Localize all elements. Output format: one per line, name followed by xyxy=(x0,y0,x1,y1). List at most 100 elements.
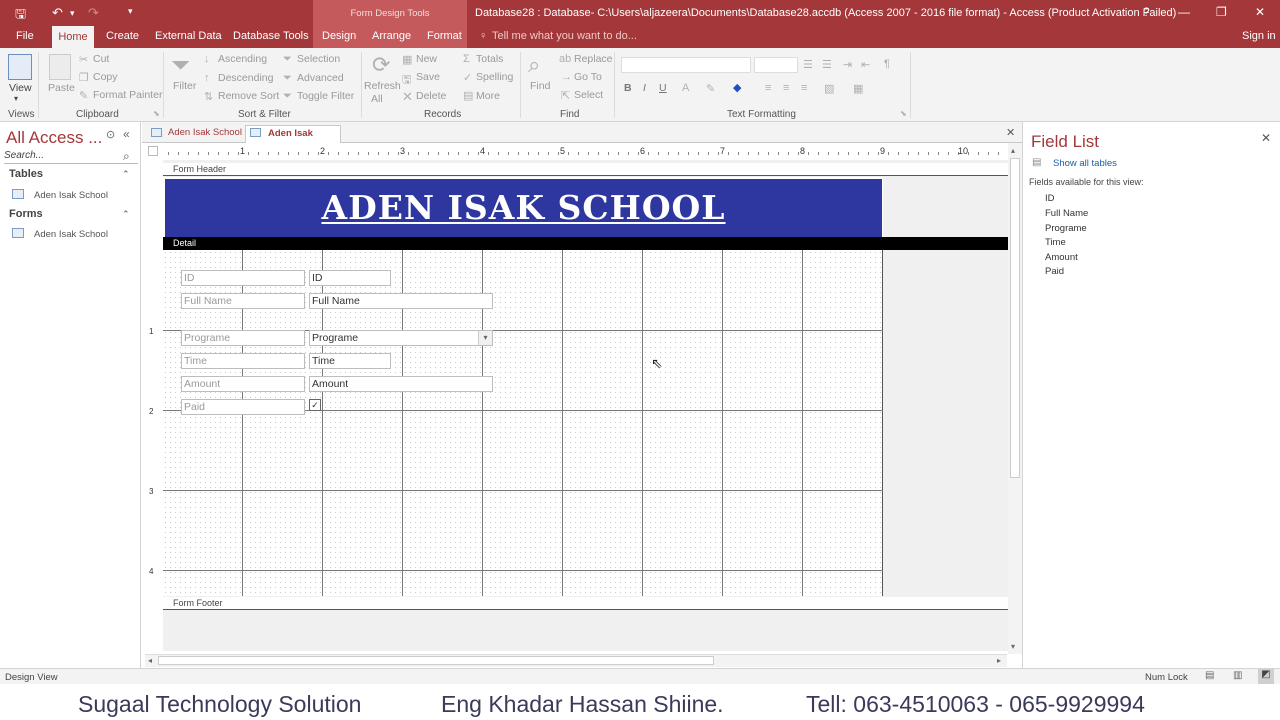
field-list-item[interactable]: ID xyxy=(1045,193,1055,204)
tables-collapse-icon[interactable]: ⌃ xyxy=(122,169,130,180)
delete-button[interactable]: Delete xyxy=(416,90,446,102)
tab-arrange[interactable]: Arrange xyxy=(372,30,411,42)
field-list-item[interactable]: Programe xyxy=(1045,223,1087,234)
descending-button[interactable]: Descending xyxy=(218,72,273,84)
textbox-full-name[interactable]: Full Name xyxy=(309,293,493,309)
form-view-icon[interactable]: ▤ xyxy=(1205,670,1214,681)
more-button[interactable]: More xyxy=(476,90,500,102)
textbox-time[interactable]: Time xyxy=(309,353,391,369)
label-programe[interactable]: Programe xyxy=(181,330,305,346)
tell-me-box[interactable]: Tell me what you want to do... xyxy=(492,30,637,42)
field-list-item[interactable]: Paid xyxy=(1045,266,1064,277)
label-id[interactable]: ID xyxy=(181,270,305,286)
selection-button[interactable]: Selection xyxy=(297,53,340,65)
text-formatting-launcher-icon[interactable]: ⬊ xyxy=(900,109,907,118)
nav-forms-header[interactable]: Forms xyxy=(9,208,43,220)
label-time[interactable]: Time xyxy=(181,353,305,369)
remove-sort-button[interactable]: Remove Sort xyxy=(218,90,279,102)
indent-icon[interactable]: ⇥ xyxy=(843,58,852,71)
paragraph-icon[interactable]: ¶ xyxy=(884,58,890,70)
select-button[interactable]: Select xyxy=(574,89,603,101)
scroll-up-icon[interactable]: ▴ xyxy=(1011,146,1015,155)
restore-button[interactable]: ❐ xyxy=(1216,5,1227,19)
filter-icon[interactable]: ⏷ xyxy=(171,52,190,80)
clipboard-launcher-icon[interactable]: ⬊ xyxy=(153,109,160,118)
tab-file[interactable]: File xyxy=(16,30,34,42)
detail-bar[interactable]: Detail xyxy=(163,237,1008,250)
replace-button[interactable]: Replace xyxy=(574,53,613,65)
textbox-id[interactable]: ID xyxy=(309,270,391,286)
field-list-item[interactable]: Amount xyxy=(1045,252,1078,263)
tab-external-data[interactable]: External Data xyxy=(155,30,222,42)
close-doc-icon[interactable]: ✕ xyxy=(1006,126,1015,139)
vscroll-thumb[interactable] xyxy=(1010,158,1020,478)
background-image-icon[interactable]: ▧ xyxy=(824,82,834,95)
undo-dropdown-icon[interactable]: ▾ xyxy=(70,8,75,19)
form-selector[interactable] xyxy=(148,146,158,156)
collapse-nav-icon[interactable]: « xyxy=(123,127,130,141)
font-color-icon[interactable]: A xyxy=(682,82,689,94)
label-paid[interactable]: Paid xyxy=(181,399,305,415)
header-title-label[interactable]: ADEN ISAK SCHOOL xyxy=(165,188,882,227)
nav-form-item[interactable]: Aden Isak School xyxy=(34,229,108,240)
totals-button[interactable]: Totals xyxy=(476,53,503,65)
highlight-icon[interactable]: ✎ xyxy=(706,82,715,95)
layout-view-icon[interactable]: ▥ xyxy=(1233,670,1242,681)
nav-menu-icon[interactable]: ⊙ xyxy=(106,128,115,141)
customize-qat-icon[interactable]: ▾ xyxy=(128,6,133,17)
checkbox-paid[interactable]: ✓ xyxy=(309,399,321,411)
design-view-icon[interactable]: ◩ xyxy=(1258,669,1274,684)
cut-button[interactable]: Cut xyxy=(93,53,109,65)
search-icon[interactable]: ⌕ xyxy=(123,149,130,164)
align-right-icon[interactable]: ≡ xyxy=(801,82,807,94)
toggle-filter-button[interactable]: Toggle Filter xyxy=(297,90,354,102)
find-icon[interactable]: ⌕ xyxy=(528,52,540,78)
sign-in-link[interactable]: Sign in xyxy=(1242,30,1276,42)
underline-button[interactable]: U xyxy=(659,82,667,94)
gridlines-icon[interactable]: ▦ xyxy=(853,82,863,95)
save-icon[interactable]: 🖫 xyxy=(15,5,26,27)
copy-button[interactable]: Copy xyxy=(93,71,118,83)
paste-icon[interactable] xyxy=(49,54,71,80)
combobox-programe[interactable]: Programe xyxy=(309,330,493,346)
font-name-box[interactable] xyxy=(621,57,751,73)
font-size-box[interactable] xyxy=(754,57,798,73)
nav-table-item[interactable]: Aden Isak School xyxy=(34,190,108,201)
bullets-icon[interactable]: ☰ xyxy=(803,58,813,71)
save-button[interactable]: Save xyxy=(416,71,440,83)
tab-database-tools[interactable]: Database Tools xyxy=(233,30,309,42)
tab-format[interactable]: Format xyxy=(427,30,462,42)
field-list-item[interactable]: Full Name xyxy=(1045,208,1088,219)
label-amount[interactable]: Amount xyxy=(181,376,305,392)
numbering-icon[interactable]: ☰ xyxy=(822,58,832,71)
paste-button[interactable]: Paste xyxy=(48,82,75,94)
combo-dropdown-icon[interactable]: ▾ xyxy=(478,331,492,345)
bold-button[interactable]: B xyxy=(624,82,632,94)
nav-tables-header[interactable]: Tables xyxy=(9,168,43,180)
view-icon[interactable] xyxy=(8,54,32,80)
help-button[interactable]: ? xyxy=(1143,5,1150,19)
fill-color-icon[interactable]: ◆ xyxy=(733,81,741,94)
undo-icon[interactable]: ↶ xyxy=(52,5,63,21)
form-header-bar[interactable]: Form Header xyxy=(163,163,1008,176)
refresh-icon[interactable]: ⟳ xyxy=(372,52,390,78)
tab-home[interactable]: Home xyxy=(52,26,94,48)
format-painter-button[interactable]: Format Painter xyxy=(93,89,162,101)
textbox-amount[interactable]: Amount xyxy=(309,376,493,392)
advanced-button[interactable]: Advanced xyxy=(297,72,344,84)
tab-design[interactable]: Design xyxy=(322,30,356,42)
filter-button[interactable]: Filter xyxy=(173,80,196,92)
footer-section[interactable] xyxy=(163,611,1008,651)
hscroll-thumb[interactable] xyxy=(158,656,714,665)
label-full-name[interactable]: Full Name xyxy=(181,293,305,309)
align-center-icon[interactable]: ≡ xyxy=(783,82,789,94)
scroll-down-icon[interactable]: ▾ xyxy=(1011,642,1015,651)
outdent-icon[interactable]: ⇤ xyxy=(861,58,870,71)
find-button[interactable]: Find xyxy=(530,80,550,92)
refresh-all-button[interactable]: Refresh xyxy=(364,80,401,92)
align-left-icon[interactable]: ≡ xyxy=(765,82,771,94)
field-list-item[interactable]: Time xyxy=(1045,237,1066,248)
nav-search-input[interactable]: Search... xyxy=(4,150,138,164)
scroll-right-icon[interactable]: ▸ xyxy=(997,656,1001,665)
scroll-left-icon[interactable]: ◂ xyxy=(148,656,152,665)
